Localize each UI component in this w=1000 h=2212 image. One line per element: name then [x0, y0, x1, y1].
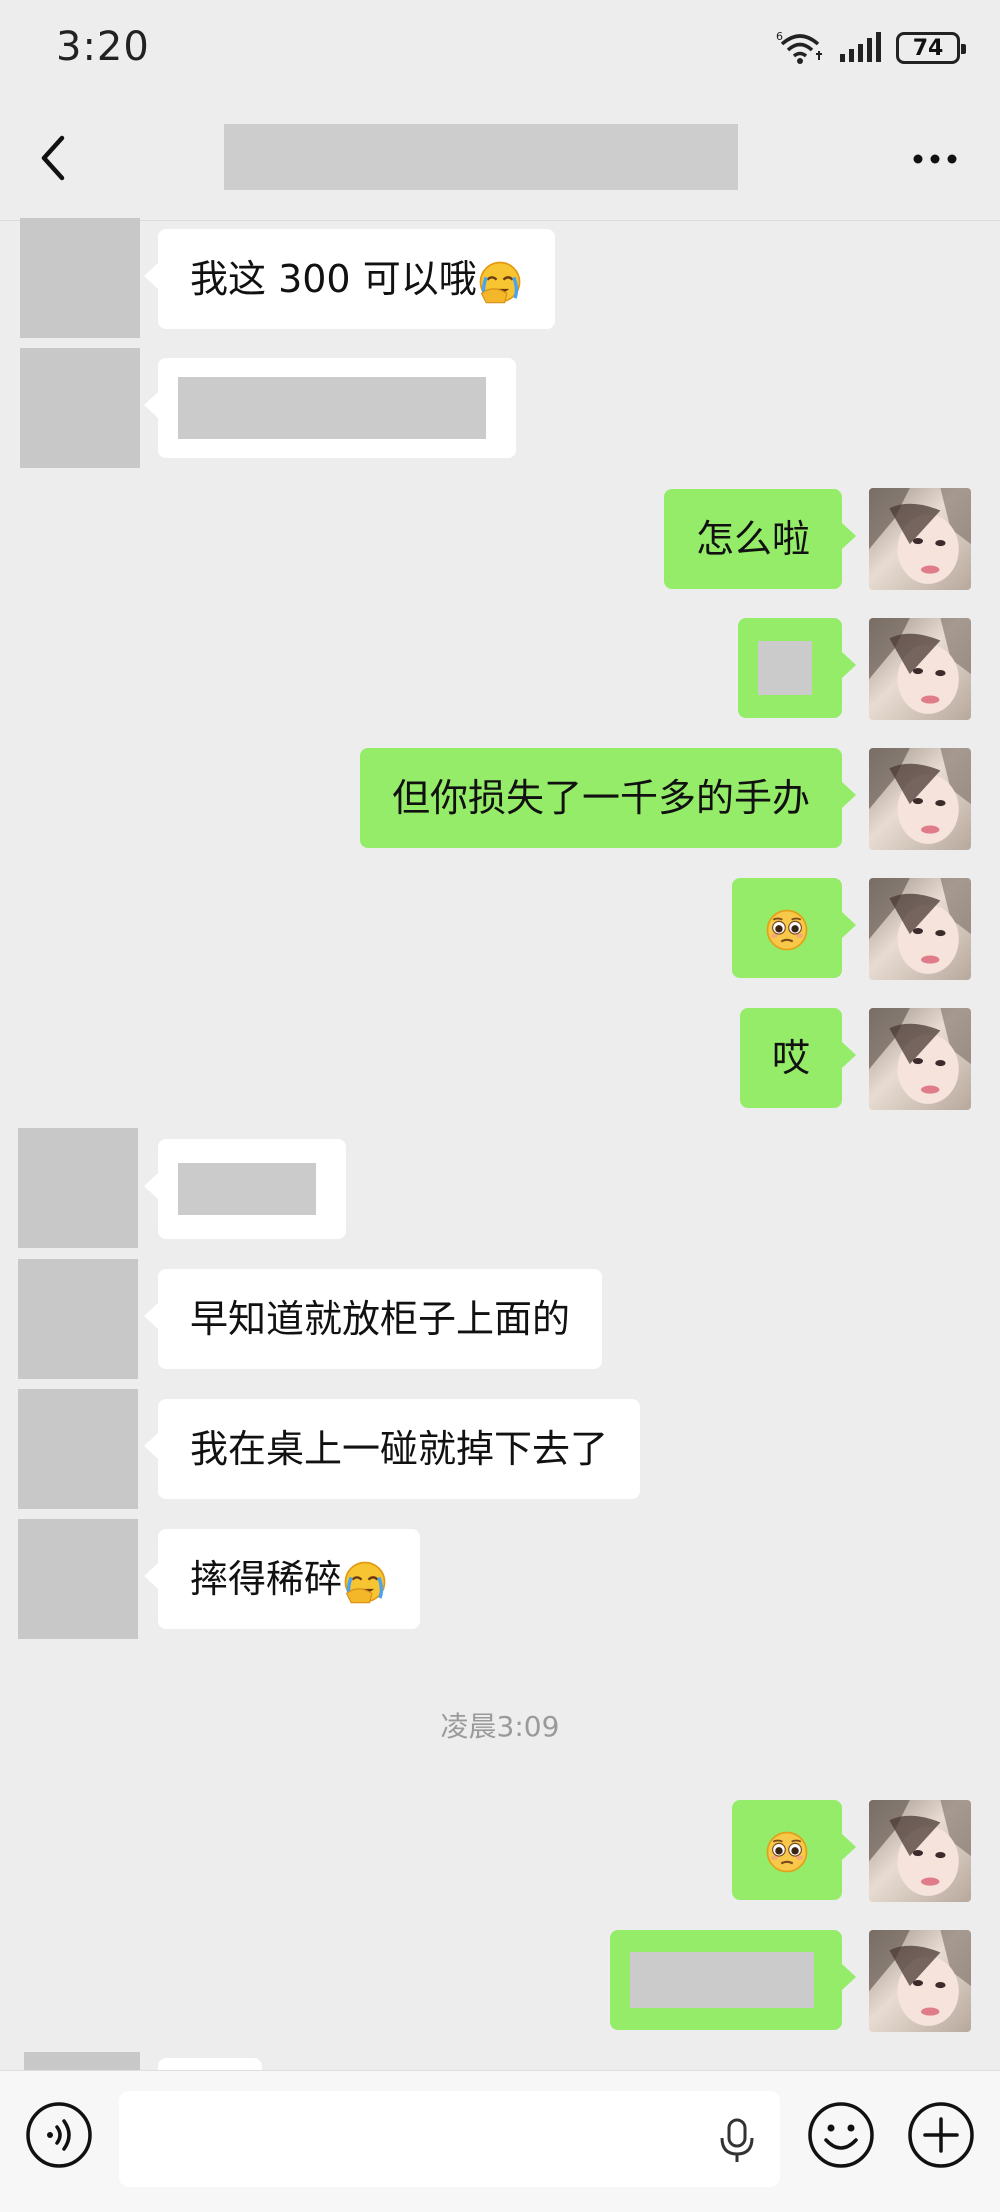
contact-avatar[interactable] — [20, 218, 140, 338]
message-bubble-sent-redacted[interactable] — [610, 1930, 856, 2030]
message-text: 摔得稀碎 — [190, 1557, 343, 1601]
message-input[interactable] — [119, 2091, 780, 2187]
message-bubble-received-redacted[interactable] — [144, 358, 516, 458]
plus-icon[interactable] — [906, 2100, 976, 2170]
status-bar: 3:20 6 74 — [0, 0, 1000, 100]
contact-avatar[interactable] — [24, 2052, 140, 2072]
message-timestamp: 凌晨3:09 — [440, 1710, 560, 1743]
message-text: 哎 — [771, 1036, 810, 1080]
my-avatar[interactable] — [869, 618, 971, 720]
redacted-content — [630, 1952, 814, 2008]
message-bubble-sent[interactable]: 但你损失了一千多的手办 — [359, 748, 857, 848]
status-icons: 6 74 — [776, 30, 966, 66]
message-bubble-sent-redacted[interactable] — [738, 618, 856, 718]
chat-title-redacted — [224, 124, 738, 190]
message-text: 我在桌上一碰就掉下去了 — [190, 1427, 609, 1471]
battery-icon: 74 — [896, 32, 966, 64]
message-bubble-received[interactable]: 我这 300 可以哦 — [144, 229, 555, 329]
message-bubble-received-redacted[interactable] — [144, 1139, 346, 1239]
chevron-left-icon[interactable] — [34, 128, 74, 188]
mic-icon[interactable] — [716, 2118, 758, 2164]
header-divider — [0, 220, 1000, 221]
status-time: 3:20 — [56, 24, 150, 70]
message-bubble-sent[interactable]: 哎 — [739, 1008, 857, 1108]
message-bubble-received[interactable]: 摔得稀碎 — [143, 1529, 421, 1629]
wifi-icon: 6 — [776, 30, 822, 64]
contact-avatar[interactable] — [18, 1128, 138, 1248]
message-bubble-sent-emoji[interactable] — [732, 878, 856, 978]
signal-icon — [840, 32, 881, 62]
pleading-face-emoji — [764, 907, 810, 953]
redacted-content — [758, 641, 812, 695]
message-text: 早知道就放柜子上面的 — [190, 1297, 571, 1341]
my-avatar[interactable] — [869, 1800, 971, 1902]
message-bubble-received[interactable]: 我在桌上一碰就掉下去了 — [143, 1399, 641, 1499]
message-bubble-received[interactable]: 早知道就放柜子上面的 — [143, 1269, 603, 1369]
my-avatar[interactable] — [869, 488, 971, 590]
redacted-content — [178, 377, 486, 439]
contact-avatar[interactable] — [18, 1519, 138, 1639]
my-avatar[interactable] — [869, 748, 971, 850]
contact-avatar[interactable] — [18, 1389, 138, 1509]
message-bubble-sent-emoji[interactable] — [732, 1800, 856, 1900]
more-dots-icon[interactable] — [910, 144, 960, 174]
redacted-content — [178, 1163, 316, 1215]
message-text: 怎么啦 — [695, 517, 810, 561]
facepalm-cry-emoji — [342, 1559, 388, 1605]
voice-icon[interactable] — [24, 2100, 94, 2170]
my-avatar[interactable] — [869, 1008, 971, 1110]
smiley-icon[interactable] — [806, 2100, 876, 2170]
battery-level: 74 — [912, 35, 944, 61]
contact-avatar[interactable] — [18, 1259, 138, 1379]
my-avatar[interactable] — [869, 878, 971, 980]
network-badge: 6 — [776, 30, 783, 43]
my-avatar[interactable] — [869, 1930, 971, 2032]
message-text: 但你损失了一千多的手办 — [391, 776, 810, 820]
pleading-face-emoji — [764, 1829, 810, 1875]
message-bubble-sent[interactable]: 怎么啦 — [663, 489, 857, 589]
facepalm-cry-emoji — [477, 259, 523, 305]
contact-avatar[interactable] — [20, 348, 140, 468]
message-text: 我这 300 可以哦 — [190, 257, 477, 301]
